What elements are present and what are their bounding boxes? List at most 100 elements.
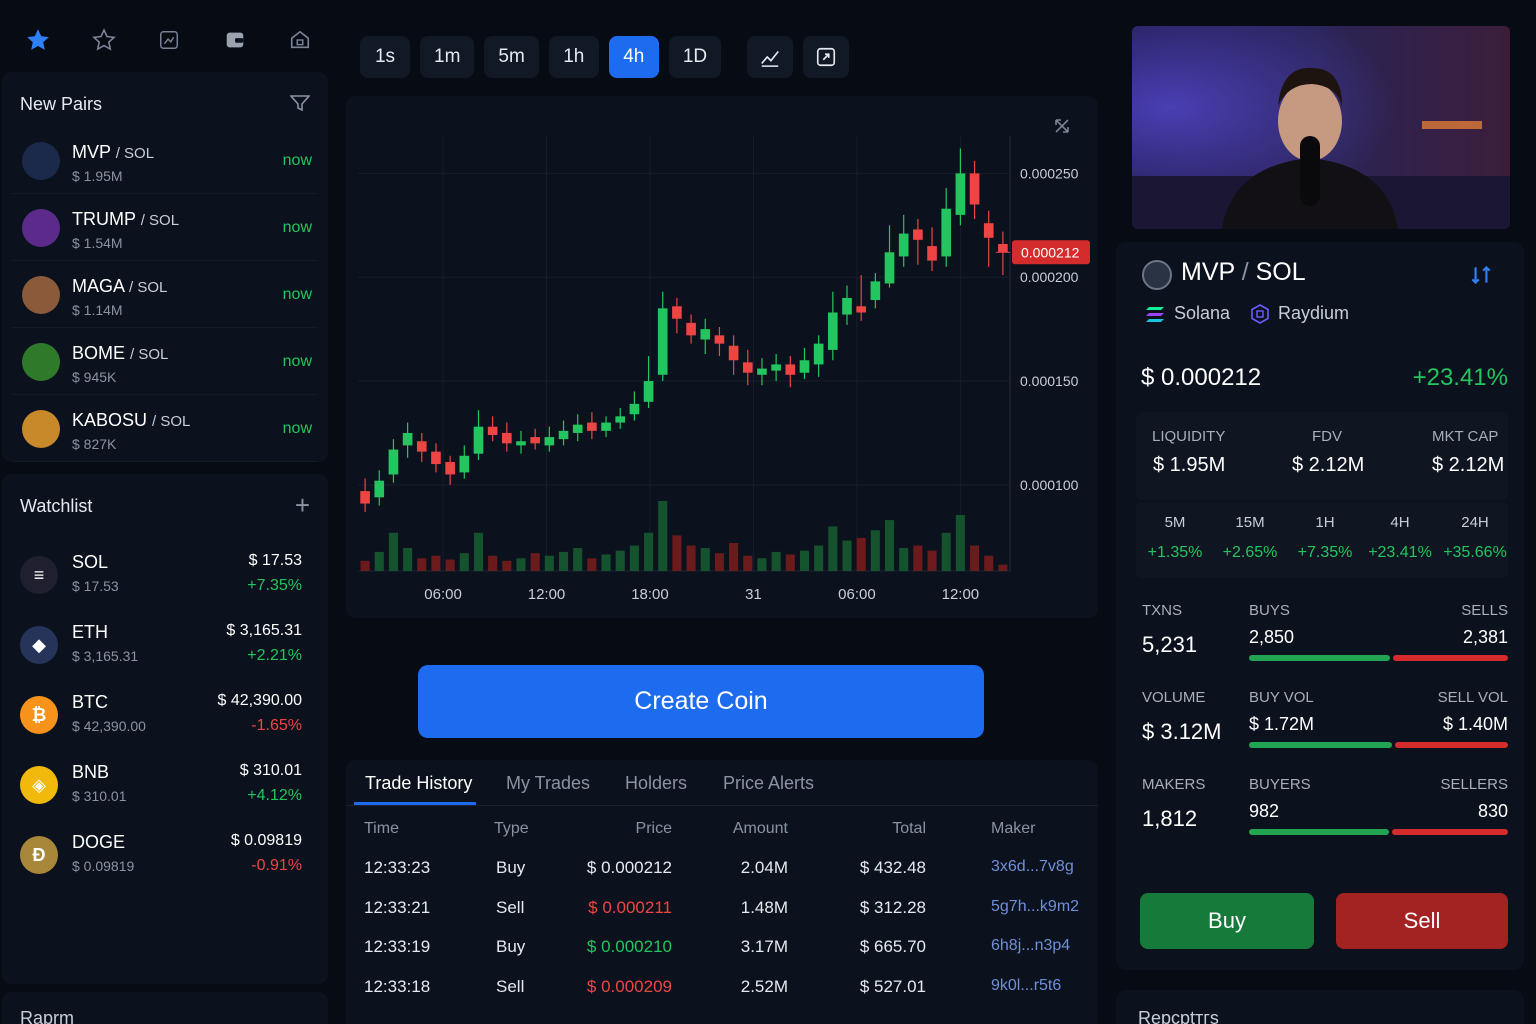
candle-body[interactable]	[870, 281, 881, 301]
candle-body[interactable]	[657, 308, 668, 375]
watchlist-item[interactable]: Ð DOGE $ 0.09819 $ 0.09819 -0.91%	[12, 822, 318, 892]
chart-box-icon[interactable]	[151, 22, 187, 58]
candle-body[interactable]	[502, 432, 512, 444]
candle-body[interactable]	[799, 360, 810, 373]
new-pair-item[interactable]: MAGA / SOL $ 1.14M now	[12, 264, 318, 328]
candle-body[interactable]	[856, 306, 866, 313]
candle-body[interactable]	[672, 306, 682, 319]
candle-body[interactable]	[445, 462, 455, 475]
candle-body[interactable]	[813, 343, 824, 365]
candle-body[interactable]	[587, 422, 597, 431]
watchlist-item[interactable]: ◈ BNB $ 310.01 $ 310.01 +4.12%	[12, 752, 318, 822]
watchlist-item[interactable]: ◆ ETH $ 3,165.31 $ 3,165.31 +2.21%	[12, 612, 318, 682]
candle-body[interactable]	[757, 368, 767, 375]
candle-body[interactable]	[714, 335, 725, 344]
tab-holders[interactable]: Holders	[625, 773, 687, 794]
candle-body[interactable]	[459, 455, 470, 473]
trade-row[interactable]: 12:33:19 Buy $ 0.000210 3.17M $ 665.70 6h8j..…	[346, 937, 1098, 977]
candle-body[interactable]	[416, 441, 427, 452]
candle-body[interactable]	[955, 173, 966, 215]
candle-body[interactable]	[388, 449, 399, 475]
trades-panel: Trade History My Trades Holders Price Al…	[346, 760, 1098, 1024]
candle-body[interactable]	[785, 364, 796, 375]
timeframe-1m[interactable]: 1m	[420, 36, 475, 78]
candle-body[interactable]	[360, 491, 370, 504]
collapse-chart-icon[interactable]	[1055, 119, 1069, 133]
candle-body[interactable]	[842, 297, 852, 315]
new-pair-item[interactable]: BOME / SOL $ 945K now	[12, 331, 318, 395]
new-pair-item[interactable]: TRUMP / SOL $ 1.54M now	[12, 197, 318, 261]
candle-body[interactable]	[884, 252, 895, 284]
star-outline-icon[interactable]	[86, 22, 122, 58]
candle-body[interactable]	[544, 437, 555, 446]
candle-body[interactable]	[728, 345, 739, 361]
candle-body[interactable]	[998, 243, 1008, 253]
trade-maker[interactable]: 9k0l...r5t6	[991, 977, 1061, 995]
period-change: +35.66%	[1443, 544, 1507, 561]
candle-body[interactable]	[828, 312, 838, 350]
candle-body[interactable]	[530, 437, 540, 444]
watchlist-item[interactable]: ≡ SOL $ 17.53 $ 17.53 +7.35%	[12, 542, 318, 612]
tab-my-trades[interactable]: My Trades	[506, 773, 590, 794]
trade-row[interactable]: 12:33:18 Sell $ 0.000209 2.52M $ 527.01 9k0l.…	[346, 977, 1098, 1017]
filter-icon[interactable]	[289, 94, 311, 117]
candle-body[interactable]	[927, 246, 937, 261]
y-tick-label: 0.000150	[1020, 373, 1079, 389]
timeframe-1h[interactable]: 1h	[548, 36, 599, 78]
expand-chart-icon[interactable]	[803, 36, 850, 78]
makers-value: 1,812	[1142, 806, 1198, 831]
candlestick-chart[interactable]: 0.000250 0.000200 0.000150 0.000100 0.000212…	[346, 96, 1098, 618]
pair-age: now	[282, 152, 312, 169]
candle-body[interactable]	[686, 322, 696, 336]
candle-body[interactable]	[700, 329, 711, 340]
timeframe-5m[interactable]: 5m	[484, 36, 539, 78]
candle-body[interactable]	[601, 422, 611, 431]
tab-price-alerts[interactable]: Price Alerts	[723, 773, 814, 794]
candle-body[interactable]	[572, 424, 583, 433]
candle-body[interactable]	[402, 432, 413, 446]
candle-body[interactable]	[374, 480, 385, 498]
candle-body[interactable]	[431, 451, 441, 465]
candle-body[interactable]	[898, 233, 909, 257]
candle-body[interactable]	[615, 416, 626, 423]
timeframe-1D[interactable]: 1D	[668, 36, 722, 78]
period-change: +1.35%	[1147, 544, 1203, 561]
candle-body[interactable]	[771, 364, 781, 371]
txns-right-value: 2,381	[1462, 627, 1508, 647]
candle-body[interactable]	[487, 426, 498, 436]
timeframe-4h[interactable]: 4h	[608, 36, 659, 78]
trade-row[interactable]: 12:33:21 Sell $ 0.000211 1.48M $ 312.28 5g7h.…	[346, 898, 1098, 938]
swap-icon[interactable]	[1468, 262, 1498, 292]
candle-body[interactable]	[742, 362, 753, 373]
wallet-icon[interactable]	[217, 22, 253, 58]
timeframe-1s[interactable]: 1s	[360, 36, 410, 78]
new-pair-item[interactable]: MVP / SOL $ 1.95M now	[12, 130, 318, 194]
candle-body[interactable]	[473, 426, 484, 454]
tab-trade-history[interactable]: Trade History	[365, 773, 472, 794]
watchlist-symbol: BNB	[72, 762, 110, 782]
candle-body[interactable]	[643, 381, 654, 402]
candle-body[interactable]	[558, 430, 569, 440]
trade-row[interactable]: 12:33:23 Buy $ 0.000212 2.04M $ 432.48 3x6d..…	[346, 858, 1098, 898]
candle-body[interactable]	[983, 223, 994, 238]
candle-body[interactable]	[629, 403, 640, 415]
candle-body[interactable]	[969, 173, 980, 205]
home-icon[interactable]	[282, 22, 318, 58]
new-pair-item[interactable]: KABOSU / SOL $ 827K now	[12, 398, 318, 462]
buy-button[interactable]: Buy	[1140, 893, 1314, 949]
indicators-icon[interactable]	[747, 36, 794, 78]
x-tick-label: 31	[745, 586, 762, 603]
create-coin-button[interactable]: Create Coin	[418, 665, 984, 738]
trade-maker[interactable]: 6h8j...n3p4	[991, 937, 1070, 955]
watchlist-item[interactable]: ₿ BTC $ 42,390.00 $ 42,390.00 -1.65%	[12, 682, 318, 752]
add-watchlist-button[interactable]: +	[295, 490, 310, 521]
trade-maker[interactable]: 3x6d...7v8g	[991, 858, 1074, 876]
candle-body[interactable]	[913, 229, 923, 240]
candle-body[interactable]	[516, 441, 526, 446]
sell-button[interactable]: Sell	[1336, 893, 1508, 949]
star-filled-icon[interactable]	[20, 22, 56, 58]
bottom-left-title: Rарrm	[20, 1008, 75, 1024]
candle-body[interactable]	[941, 208, 952, 257]
trade-maker[interactable]: 5g7h...k9m2	[991, 898, 1079, 916]
pair-name: BOME / SOL	[72, 343, 169, 363]
